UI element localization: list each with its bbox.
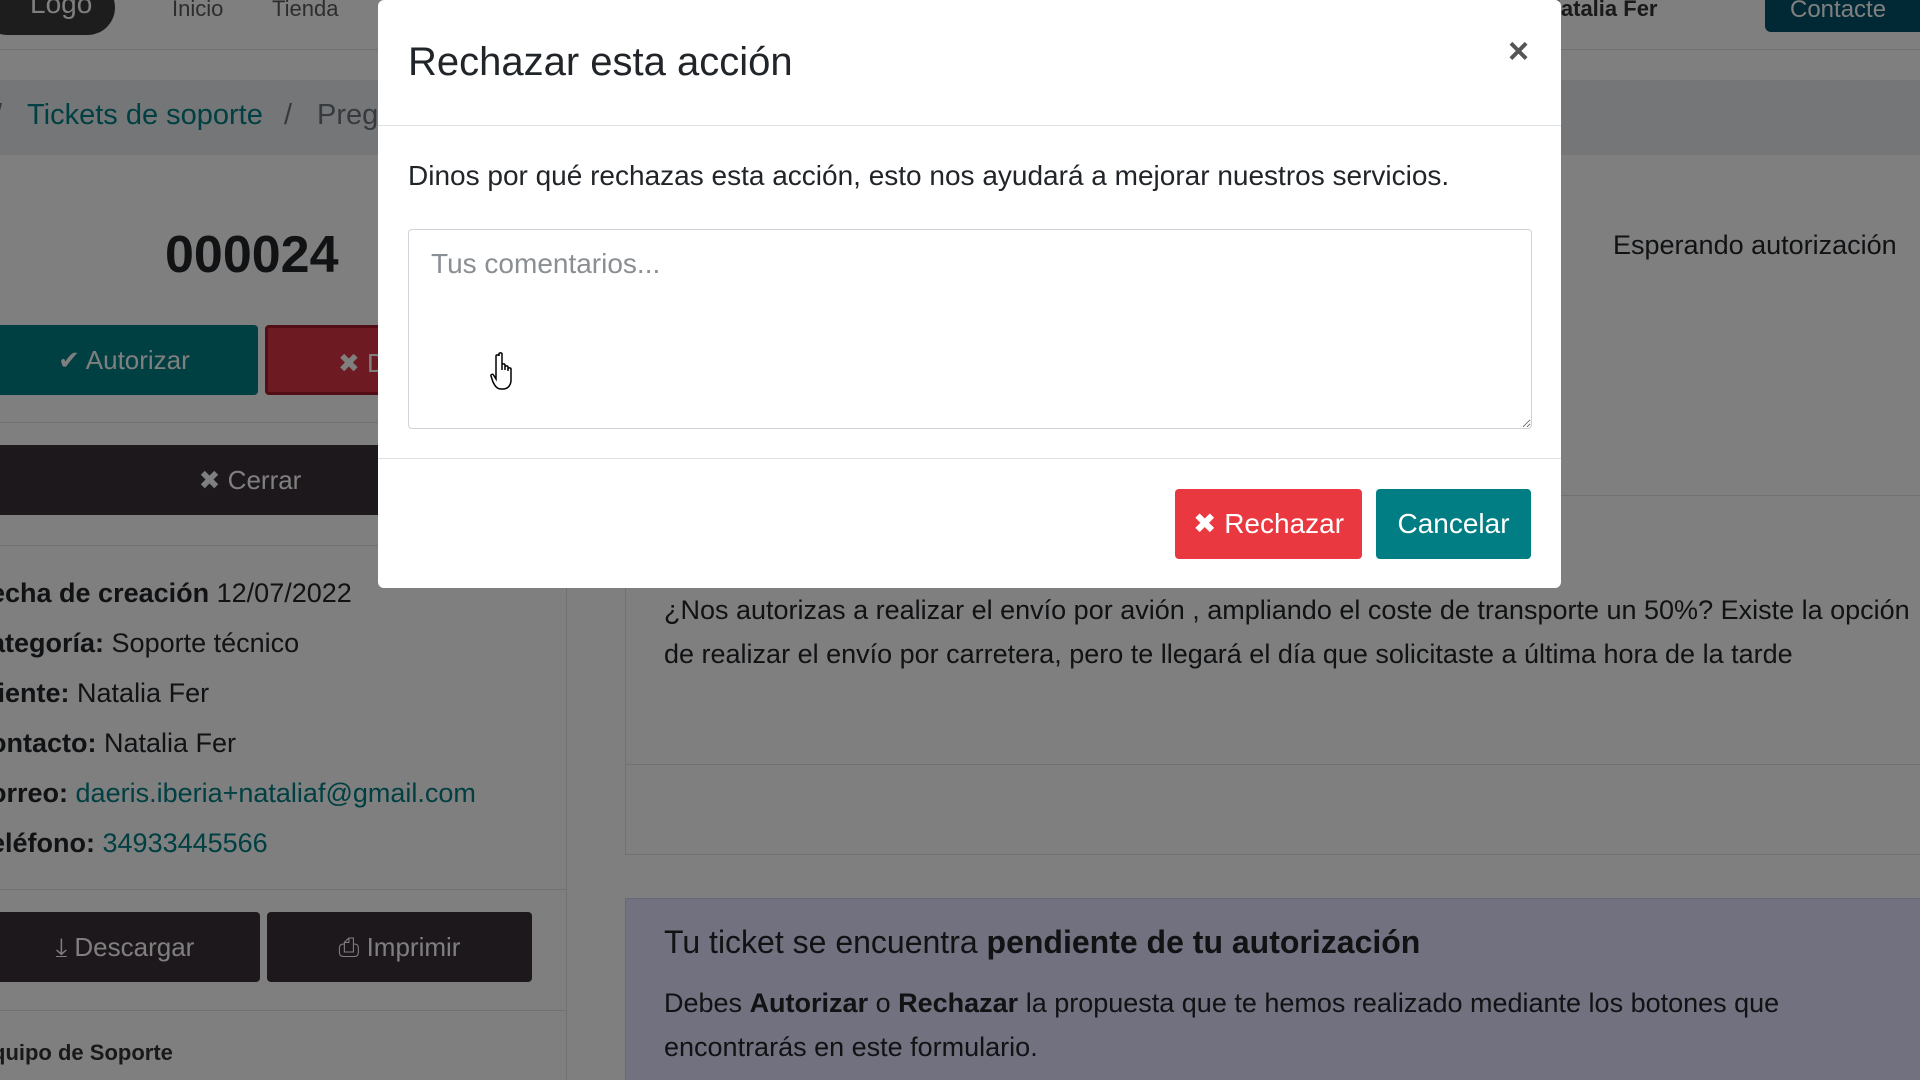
reject-button[interactable]: ✖ Rechazar — [1175, 489, 1362, 559]
modal-title: Rechazar esta acción — [408, 40, 793, 84]
close-icon[interactable]: × — [1508, 30, 1529, 72]
comments-textarea[interactable] — [408, 229, 1532, 429]
times-icon: ✖ — [1192, 508, 1217, 539]
modal-description: Dinos por qué rechazas esta acción, esto… — [408, 160, 1450, 191]
hand-cursor-icon — [490, 352, 512, 390]
reject-modal: Rechazar esta acción × Dinos por qué rec… — [378, 0, 1561, 588]
modal-footer: ✖ Rechazar Cancelar — [378, 458, 1561, 588]
reject-label: Rechazar — [1224, 508, 1345, 539]
modal-header: Rechazar esta acción × — [378, 0, 1561, 126]
cancel-button[interactable]: Cancelar — [1376, 489, 1531, 559]
cancel-label: Cancelar — [1397, 508, 1510, 539]
